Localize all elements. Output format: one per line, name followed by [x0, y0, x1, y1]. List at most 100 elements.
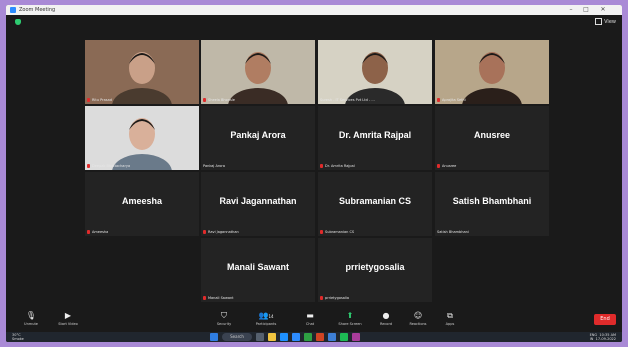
system-tray[interactable]: ENG 10:35 AM IN 17-09-2022 [590, 333, 616, 341]
participant-tile[interactable]: Ritu Prasad [85, 40, 199, 104]
mic-muted-icon [320, 164, 323, 168]
view-button[interactable]: View [595, 18, 616, 26]
mic-muted-icon [203, 296, 206, 300]
participant-tile[interactable]: Ameesha Ameesha [85, 172, 199, 236]
participants-button[interactable]: 👥14 Participants [246, 311, 286, 327]
office-icon[interactable] [316, 333, 324, 341]
participant-caption-text: Suresh - IT Services Pvt Ltd - ... [320, 98, 375, 102]
participant-tile[interactable]: Pankaj Arora Pankaj Arora [201, 106, 315, 170]
participant-caption-text: Ritu Prasad [92, 98, 112, 102]
participant-caption-text: Subramanian CS [325, 230, 355, 234]
close-button[interactable]: ✕ [596, 5, 610, 15]
security-button[interactable]: ⛉ Security [204, 311, 244, 327]
participant-caption: Ritu Prasad [87, 98, 112, 103]
mic-muted-icon [87, 230, 90, 234]
participant-caption-text: Pankaj Arora [203, 164, 225, 168]
maximize-button[interactable]: □ [579, 5, 593, 15]
participant-name: Satish Bhambhani [452, 196, 532, 206]
taskbar-search[interactable]: Search [222, 333, 252, 341]
window-title: Zoom Meeting [19, 7, 56, 13]
participant-caption-text: Deepak Bhattacharya [92, 164, 131, 168]
chat-button[interactable]: ▬ Chat [290, 311, 330, 327]
participant-caption-text: Ameesha [92, 230, 109, 234]
file-explorer-icon[interactable] [268, 333, 276, 341]
taskbar-apps: Search [210, 333, 360, 341]
participant-tile[interactable]: Subramanian CS Subramanian CS [318, 172, 432, 236]
participant-caption: Manali Sawant [203, 296, 234, 301]
participant-tile[interactable]: Satish Bhambhani Satish Bhambhani [435, 172, 549, 236]
windows-taskbar: 30°C Smoke Search ENG 10:35 AM IN 17-09-… [6, 332, 622, 342]
unmute-button[interactable]: 🎙 Unmute [11, 311, 51, 327]
app-icon[interactable] [352, 333, 360, 341]
participant-caption-text: Sheela Bhonsle [208, 98, 235, 102]
mic-muted-icon: 🎙 [25, 311, 37, 320]
participant-caption-text: Anusree [442, 164, 457, 168]
title-bar: Zoom Meeting – □ ✕ [6, 5, 622, 15]
participant-tile[interactable]: prrietygosalia prrietygosalia [318, 238, 432, 302]
encryption-shield-icon[interactable] [15, 19, 21, 25]
participant-video [85, 40, 199, 104]
participant-video [435, 40, 549, 104]
spotify-icon[interactable] [340, 333, 348, 341]
outlook-icon[interactable] [328, 333, 336, 341]
mic-muted-icon [203, 98, 206, 102]
participant-caption: Ameesha [87, 230, 108, 235]
chat-icon: ▬ [306, 311, 314, 320]
mic-muted-icon [437, 98, 440, 102]
share-screen-icon: ⬆ [346, 311, 354, 320]
participant-caption-text: Manali Sawant [208, 296, 234, 300]
participant-caption: prrietygosalia [320, 296, 349, 301]
mic-muted-icon [203, 230, 206, 234]
participant-name: Ameesha [121, 196, 163, 206]
people-icon: 👥14 [258, 311, 274, 320]
participant-name: Ravi Jagannathan [219, 196, 297, 206]
participant-video [201, 40, 315, 104]
participant-name: Subramanian CS [338, 196, 412, 206]
chrome-icon[interactable] [304, 333, 312, 341]
start-video-button[interactable]: ▶ Start Video [48, 311, 88, 327]
mic-muted-icon [437, 164, 440, 168]
participant-caption-text: Dr. Amrita Rajpal [325, 164, 355, 168]
share-screen-button[interactable]: ⬆ Share Screen [330, 311, 370, 327]
participant-caption-text: Satish Bhambhani [437, 230, 469, 234]
participant-tile[interactable]: Dr. Amrita Rajpal Dr. Amrita Rajpal [318, 106, 432, 170]
zoom-window: Zoom Meeting – □ ✕ View Ritu Prasad Sheel… [6, 5, 622, 342]
participant-caption: Anusree [437, 164, 456, 169]
shield-icon: ⛉ [221, 311, 227, 320]
participant-tile[interactable]: Suresh - IT Services Pvt Ltd - ... [318, 40, 432, 104]
participant-tile[interactable]: Anusree Anusree [435, 106, 549, 170]
weather-widget[interactable]: 30°C Smoke [12, 333, 24, 341]
zoom-app-icon [10, 7, 16, 13]
grid-icon [595, 18, 603, 25]
participant-caption: Dr. Amrita Rajpal [320, 164, 355, 169]
mic-muted-icon [87, 164, 90, 168]
video-off-icon: ▶ [64, 311, 72, 320]
participant-tile[interactable]: Aprajita Sethi [435, 40, 549, 104]
minimize-button[interactable]: – [564, 5, 578, 15]
end-meeting-button[interactable]: End [594, 314, 616, 325]
participant-caption: Pankaj Arora [203, 164, 225, 169]
apps-button[interactable]: ⧉ Apps [430, 311, 470, 327]
apps-icon: ⧉ [447, 311, 453, 320]
participant-name: Manali Sawant [226, 262, 289, 272]
zoom-icon[interactable] [292, 333, 300, 341]
participant-tile[interactable]: Sheela Bhonsle [201, 40, 315, 104]
meeting-top-bar: View [6, 15, 622, 29]
task-view-icon[interactable] [256, 333, 264, 341]
meeting-toolbar: 🎙 Unmute ▶ Start Video ⛉ Security 👥14 Partic… [6, 309, 622, 332]
participant-tile[interactable]: Manali Sawant Manali Sawant [201, 238, 315, 302]
participant-video [318, 40, 432, 104]
edge-icon[interactable] [280, 333, 288, 341]
mic-muted-icon [87, 98, 90, 102]
participant-caption: Deepak Bhattacharya [87, 164, 130, 169]
participant-caption-text: Ravi Jagannathan [208, 230, 239, 234]
participant-name: Pankaj Arora [230, 130, 286, 140]
participant-caption: Sheela Bhonsle [203, 98, 235, 103]
windows-start-icon[interactable] [210, 333, 218, 341]
participant-tile[interactable]: Deepak Bhattacharya [85, 106, 199, 170]
participant-caption-text: Aprajita Sethi [442, 98, 466, 102]
participant-caption: Suresh - IT Services Pvt Ltd - ... [320, 98, 375, 103]
participant-name: Dr. Amrita Rajpal [338, 130, 412, 140]
participant-tile[interactable]: Ravi Jagannathan Ravi Jagannathan [201, 172, 315, 236]
mic-muted-icon [320, 296, 323, 300]
